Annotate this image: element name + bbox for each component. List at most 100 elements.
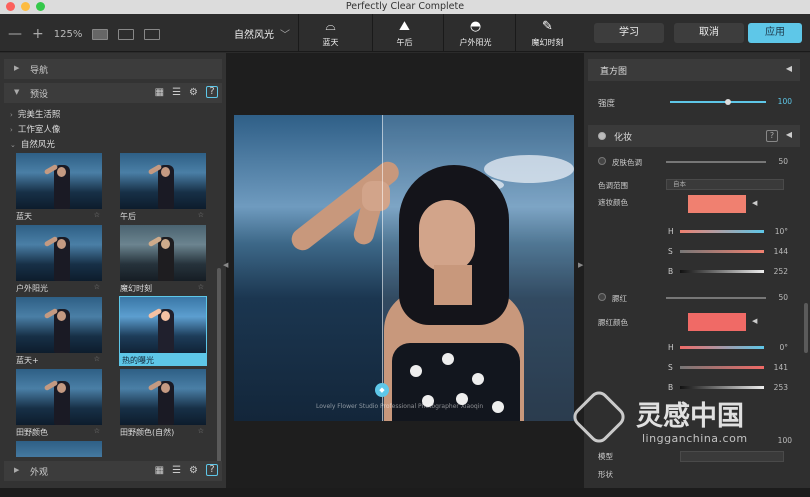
preset-thumb-label: 热的曝光	[122, 356, 154, 365]
gear-icon[interactable]: ⚙	[189, 87, 198, 98]
dress-dot	[442, 353, 454, 365]
preset-thumbnail-image	[16, 297, 102, 353]
star-icon[interactable]: ☆	[94, 211, 100, 221]
preset-thumb[interactable]: 户外阳光 ☆	[16, 225, 102, 293]
quick-preset-sky[interactable]: ⌓ 蓝天	[298, 14, 362, 52]
quick-preset-magic-hour[interactable]: ✎ 魔幻时刻	[515, 14, 579, 52]
preset-thumb[interactable]: 蓝天 ☆	[16, 153, 102, 221]
face	[419, 200, 475, 272]
preset-thumb-label: 午后	[120, 212, 136, 221]
star-icon[interactable]: ☆	[94, 355, 100, 365]
presets-scrollbar[interactable]	[217, 268, 221, 478]
zoom-out-button[interactable]: —	[8, 26, 22, 42]
preset-thumbnail-image	[120, 297, 206, 353]
makeup-header[interactable]: 化妆 ? ◀	[588, 125, 800, 147]
preset-thumbnail-image	[16, 225, 102, 281]
strength-slider-knob[interactable]	[724, 99, 731, 105]
category-studio-portrait[interactable]: › 工作室人像	[10, 123, 60, 135]
chevron-right-icon: ▶	[14, 466, 20, 474]
star-icon[interactable]: ☆	[198, 427, 204, 437]
blush-value: 50	[778, 293, 788, 302]
split-handle-icon[interactable]: ◆	[375, 383, 389, 397]
blush-slider[interactable]	[666, 297, 766, 299]
single-view-icon[interactable]	[92, 28, 109, 40]
list-view-icon[interactable]: ☰	[172, 465, 181, 476]
skin-tone-label: 皮肤色调	[612, 158, 642, 167]
saturation-value: 141	[773, 363, 788, 372]
hue-slider[interactable]	[680, 346, 764, 349]
preset-thumb[interactable]: 田野颜色(自然) ☆	[120, 369, 206, 437]
hue-value: 10°	[774, 227, 788, 236]
saturation-label: S	[668, 363, 673, 372]
star-icon[interactable]: ☆	[94, 283, 100, 293]
left-panel: ▶ 导航 ▼ 预设 ▦ ☰ ⚙ ? › 完美生活照 › 工作室人像 ⌄ 自然风光 蓝天…	[0, 53, 226, 488]
adjustments-scrollbar[interactable]	[804, 303, 808, 353]
grid-view-icon[interactable]: ▦	[155, 87, 164, 98]
hue-slider[interactable]	[680, 230, 764, 233]
image-canvas[interactable]: ◀ ▶ ◆ Lovely Flower Studio Professional …	[223, 53, 584, 488]
appearance-header[interactable]: ▶ 外观 ▦ ☰ ⚙ ?	[4, 461, 222, 481]
list-view-icon[interactable]: ☰	[172, 87, 181, 98]
histogram-header[interactable]: 直方图 ◀	[588, 59, 800, 81]
mask-color-swatch[interactable]	[688, 195, 746, 213]
blush-color-swatch[interactable]	[688, 313, 746, 331]
help-icon[interactable]: ?	[206, 464, 218, 476]
quick-preset-label: 蓝天	[322, 38, 339, 47]
makeup-toggle[interactable]	[598, 132, 606, 140]
split-view-icon[interactable]	[118, 28, 135, 40]
category-perfect-life[interactable]: › 完美生活照	[10, 108, 60, 120]
category-label: 自然风光	[20, 140, 55, 150]
color-range-dropdown[interactable]: 自本	[666, 179, 784, 190]
presets-header[interactable]: ▼ 预设 ▦ ☰ ⚙ ?	[4, 83, 222, 103]
swatch-arrow-icon[interactable]: ◀	[752, 199, 757, 207]
strength-label: 强度	[598, 99, 616, 109]
chevron-down-icon[interactable]: ﹀	[280, 26, 290, 41]
preset-thumb[interactable]	[16, 441, 102, 457]
zoom-in-button[interactable]: +	[32, 26, 44, 42]
help-icon[interactable]: ?	[206, 86, 218, 98]
saturation-label: S	[668, 247, 673, 256]
learn-button[interactable]: 学习	[594, 23, 664, 43]
collapse-right-icon[interactable]: ▶	[578, 261, 583, 269]
before-after-divider[interactable]	[382, 115, 383, 421]
grid-view-icon[interactable]: ▦	[155, 465, 164, 476]
preset-thumb[interactable]: 午后 ☆	[120, 153, 206, 221]
strength-slider[interactable]	[670, 101, 766, 103]
star-icon[interactable]: ☆	[198, 283, 204, 293]
preset-thumb[interactable]: 魔幻时刻 ☆	[120, 225, 206, 293]
preset-thumbnail-image	[16, 369, 102, 425]
cancel-button[interactable]: 取消	[674, 23, 744, 43]
apply-button[interactable]: 应用	[748, 23, 802, 43]
preset-thumb[interactable]: 田野颜色 ☆	[16, 369, 102, 437]
dress-dot	[472, 373, 484, 385]
blush-toggle[interactable]	[598, 293, 606, 301]
hue-label: H	[668, 227, 674, 236]
skin-tone-toggle[interactable]	[598, 157, 606, 165]
photo-preview[interactable]: ◆ Lovely Flower Studio Professional Phot…	[234, 115, 574, 421]
skin-tone-slider[interactable]	[666, 161, 766, 163]
navigation-label: 导航	[30, 66, 49, 76]
side-by-side-view-icon[interactable]	[144, 28, 161, 40]
quick-preset-afternoon[interactable]: ⛰ 午后	[372, 14, 436, 52]
help-icon[interactable]: ?	[766, 130, 778, 142]
swatch-arrow-icon[interactable]: ◀	[752, 317, 757, 325]
gear-icon[interactable]: ⚙	[189, 465, 198, 476]
star-icon[interactable]: ☆	[94, 427, 100, 437]
blush-label: 腮红	[612, 294, 627, 303]
brightness-slider[interactable]	[680, 270, 764, 273]
category-natural-landscape[interactable]: ⌄ 自然风光	[10, 138, 55, 150]
star-icon[interactable]: ☆	[198, 211, 204, 221]
brightness-slider[interactable]	[680, 386, 764, 389]
collapse-left-icon[interactable]: ◀	[223, 261, 228, 269]
saturation-slider[interactable]	[680, 250, 764, 253]
navigation-header[interactable]: ▶ 导航	[4, 59, 222, 79]
mask-color-label: 遮妆颜色	[598, 198, 628, 207]
preset-thumb[interactable]: 蓝天+ ☆	[16, 297, 102, 365]
zoom-controls: — + 125%	[8, 26, 161, 42]
quick-preset-outdoor-sun[interactable]: ◓ 户外阳光	[443, 14, 507, 52]
saturation-slider[interactable]	[680, 366, 764, 369]
preset-dropdown[interactable]: 自然风光	[234, 26, 274, 41]
quick-preset-label: 户外阳光	[459, 38, 492, 47]
preset-thumb-selected[interactable]: 热的曝光	[119, 296, 207, 366]
chevron-down-icon: ▼	[14, 88, 20, 96]
